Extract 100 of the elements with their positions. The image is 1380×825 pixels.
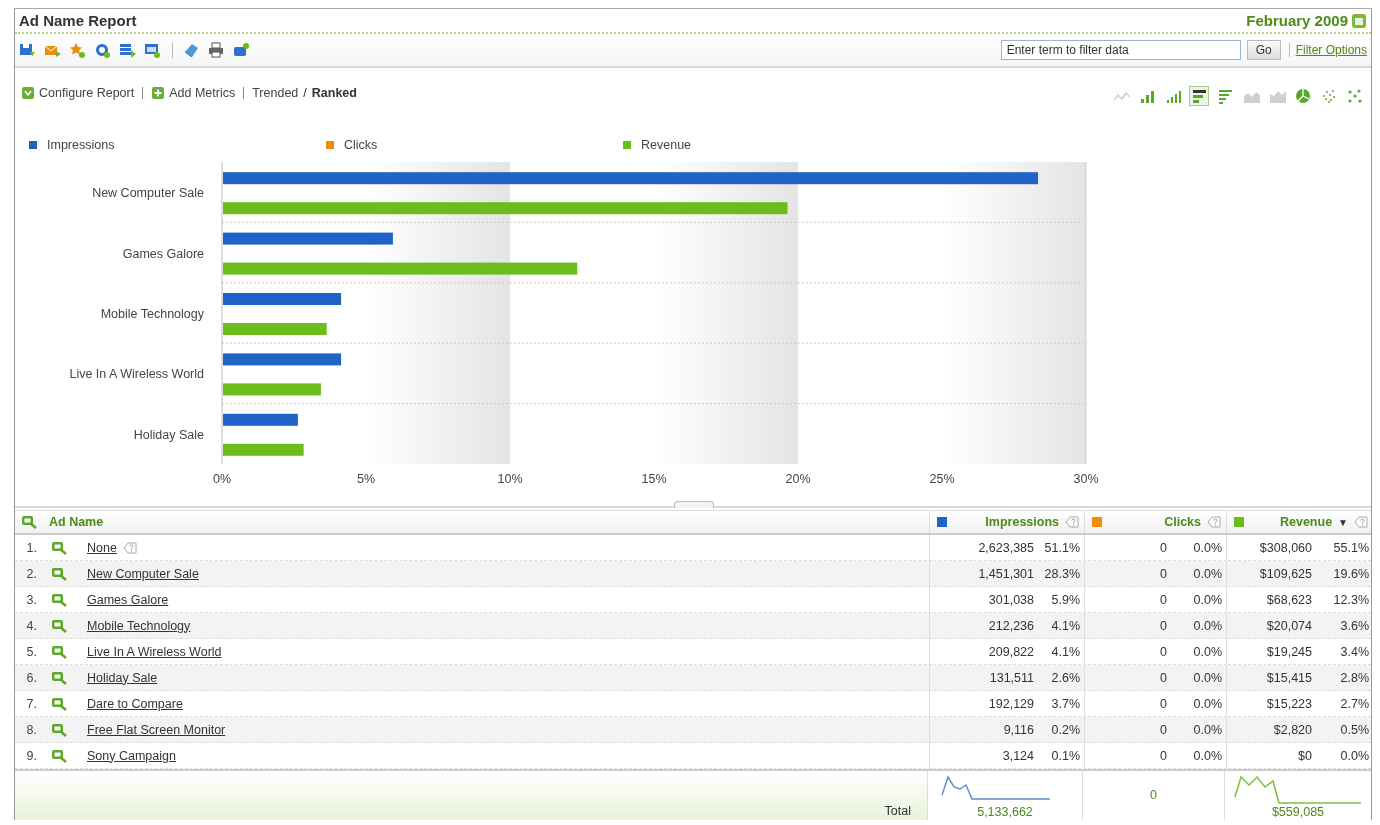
printer-icon[interactable]: [208, 41, 226, 59]
star-icon[interactable]: [69, 41, 87, 59]
rank-number: 1.: [25, 540, 38, 555]
pie-chart-icon: [1294, 87, 1312, 105]
value-cell: $0: [1298, 748, 1312, 763]
value-cell: 0: [1160, 644, 1167, 659]
total-value: $559,085: [1271, 805, 1325, 819]
help-icon[interactable]: [1065, 516, 1079, 528]
value-cell: $2,820: [1273, 722, 1312, 737]
ad-name-link[interactable]: Sony Campaign: [87, 748, 176, 763]
go-button[interactable]: Go: [1246, 40, 1281, 60]
percent-cell: 5.9%: [1051, 592, 1080, 607]
category-label: Live In A Wireless World: [69, 367, 204, 382]
view-separator: /: [303, 86, 307, 100]
scatter-icon: [1320, 87, 1338, 105]
percent-cell: 0.5%: [1340, 722, 1369, 737]
sort-indicator[interactable]: ▼: [1338, 516, 1348, 528]
percent-cell: 2.8%: [1340, 670, 1369, 685]
percent-cell: 0.0%: [1193, 748, 1222, 763]
plus-icon: [151, 86, 166, 100]
percent-cell: 4.1%: [1051, 644, 1080, 659]
legend-label: Revenue: [641, 138, 692, 152]
ad-name-link[interactable]: Games Galore: [87, 592, 169, 607]
action-link[interactable]: Add Metrics: [151, 86, 236, 100]
value-cell: 131,511: [989, 670, 1034, 685]
collapse-handle[interactable]: [674, 501, 714, 508]
ad-name-link[interactable]: Live In A Wireless World: [87, 644, 222, 659]
value-cell: 0: [1160, 670, 1167, 685]
category-label: New Computer Sale: [92, 186, 204, 201]
legend-label: Impressions: [47, 138, 115, 152]
value-cell: 209,822: [988, 644, 1034, 659]
rank-number: 7.: [25, 696, 38, 711]
calendar-icon[interactable]: [1351, 12, 1367, 29]
value-cell: 0: [1160, 722, 1167, 737]
value-cell: $68,623: [1266, 592, 1312, 607]
value-cell: 0: [1160, 566, 1167, 581]
percent-cell: 0.2%: [1051, 722, 1080, 737]
value-cell: 9,116: [1003, 722, 1034, 737]
rank-number: 3.: [25, 592, 38, 607]
percent-cell: 3.6%: [1340, 618, 1369, 633]
column-header[interactable]: Clicks: [1108, 515, 1201, 529]
axis-tick-label: 30%: [1073, 472, 1099, 486]
percent-cell: 0.1%: [1051, 748, 1080, 763]
folder-icon[interactable]: [233, 41, 251, 59]
value-cell: 192,129: [988, 696, 1034, 711]
percent-cell: 0.0%: [1193, 670, 1222, 685]
rank-number: 9.: [25, 748, 38, 763]
horizontal-bar-icon: [1190, 87, 1208, 105]
percent-cell: 28.3%: [1044, 566, 1080, 581]
chart-type-button[interactable]: [1189, 86, 1209, 106]
percent-cell: 0.0%: [1193, 540, 1222, 555]
percent-cell: 0.0%: [1193, 592, 1222, 607]
column-header: Ad Name: [49, 515, 104, 529]
help-icon[interactable]: [1207, 516, 1221, 528]
view-link[interactable]: Trended: [252, 86, 299, 100]
help-icon[interactable]: [122, 541, 137, 554]
ad-name-link[interactable]: Mobile Technology: [87, 618, 191, 633]
rank-number: 4.: [25, 618, 38, 633]
ad-name-link[interactable]: Free Flat Screen Monitor: [87, 722, 226, 737]
column-header[interactable]: Impressions: [953, 515, 1059, 529]
total-label: Total: [883, 804, 912, 820]
check-icon: [21, 86, 35, 100]
list-icon[interactable]: [119, 41, 137, 59]
percent-cell: 0.0%: [1193, 618, 1222, 633]
view-link[interactable]: Ranked: [311, 86, 357, 100]
action-link[interactable]: Configure Report: [21, 86, 135, 100]
axis-tick-label: 10%: [497, 472, 523, 486]
value-cell: 212,236: [988, 618, 1034, 633]
ad-name-link[interactable]: None: [87, 540, 117, 555]
percent-cell: 3.7%: [1051, 696, 1080, 711]
column-header[interactable]: Revenue: [1250, 515, 1333, 529]
percent-cell: 2.6%: [1051, 670, 1080, 685]
percent-cell: 51.1%: [1044, 540, 1080, 555]
window-icon[interactable]: [144, 41, 162, 59]
horizontal-bar-icon: [1216, 87, 1234, 105]
value-cell: $19,245: [1266, 644, 1312, 659]
value-cell: 301,038: [988, 592, 1034, 607]
value-cell: 0: [1160, 618, 1167, 633]
rank-number: 6.: [25, 670, 38, 685]
category-label: Games Galore: [122, 246, 204, 261]
total-value: 0: [1150, 788, 1157, 802]
axis-tick-label: 20%: [785, 472, 811, 486]
floppy-icon[interactable]: [19, 41, 37, 59]
filter-options-link[interactable]: Filter Options: [1288, 43, 1367, 57]
help-icon[interactable]: [1354, 516, 1368, 528]
axis-tick-label: 25%: [929, 472, 955, 486]
ad-name-link[interactable]: New Computer Sale: [87, 566, 199, 581]
axis-tick-label: 5%: [356, 472, 376, 486]
rank-number: 2.: [25, 566, 38, 581]
ad-name-link[interactable]: Dare to Compare: [87, 696, 183, 711]
value-cell: 0: [1160, 540, 1167, 555]
rank-number: 5.: [25, 644, 38, 659]
axis-tick-label: 15%: [641, 472, 667, 486]
percent-cell: 0.0%: [1340, 748, 1369, 763]
legend-label: Clicks: [344, 138, 378, 152]
value-cell: 3,124: [1002, 748, 1034, 763]
value-cell: 1,451,301: [978, 566, 1034, 581]
ad-name-link[interactable]: Holiday Sale: [87, 670, 158, 685]
filter-field[interactable]: Enter term to filter data: [1000, 40, 1241, 60]
percent-cell: 19.6%: [1333, 566, 1369, 581]
